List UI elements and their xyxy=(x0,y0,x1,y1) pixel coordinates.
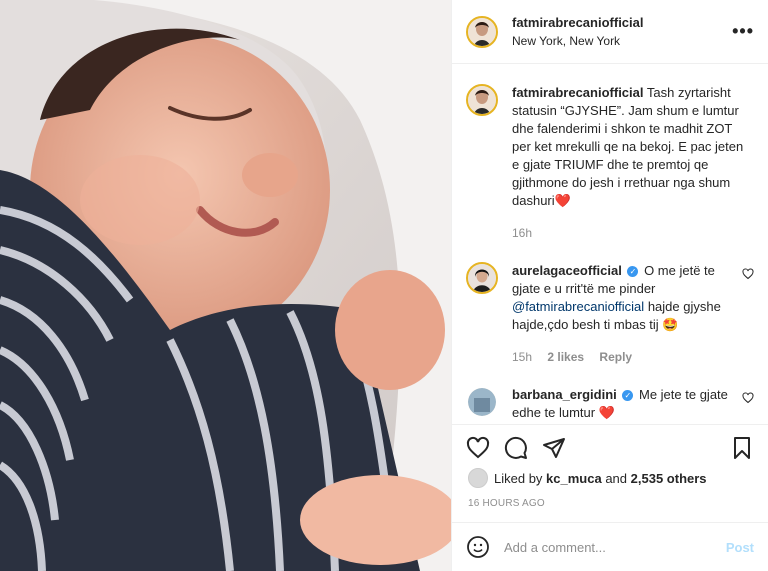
post-button[interactable]: Post xyxy=(726,540,754,555)
baby-photo-illustration xyxy=(0,0,451,571)
bookmark-icon[interactable] xyxy=(730,436,754,460)
instagram-post-view: fatmirabrecaniofficial New York, New Yor… xyxy=(0,0,768,571)
likes-others[interactable]: 2,535 others xyxy=(631,471,707,486)
post-timestamp[interactable]: 16 HOURS AGO xyxy=(468,498,545,509)
caption-body: fatmirabrecaniofficial Tash zyrtarisht s… xyxy=(512,84,754,242)
verified-badge-icon: ✓ xyxy=(627,266,639,278)
caption: fatmirabrecaniofficial Tash zyrtarisht s… xyxy=(466,64,754,242)
author-username[interactable]: fatmirabrecaniofficial xyxy=(512,14,732,32)
author-avatar[interactable] xyxy=(466,15,498,48)
post-photo[interactable] xyxy=(0,0,451,571)
comment-item: aurelagaceofficial ✓ O me jetë te gjate … xyxy=(466,242,754,366)
comment-meta: 15h 2 likes Reply xyxy=(512,348,736,366)
caption-avatar[interactable] xyxy=(466,84,498,116)
add-comment-bar: Post xyxy=(452,522,768,571)
comment-username[interactable]: aurelagaceofficial xyxy=(512,263,622,278)
comment-body: aurelagaceofficial ✓ O me jetë te gjate … xyxy=(512,262,736,366)
emoji-icon[interactable] xyxy=(466,535,490,559)
comment-input[interactable] xyxy=(502,538,726,556)
liker-avatar[interactable] xyxy=(468,468,488,488)
comment-time[interactable]: 15h xyxy=(512,350,532,364)
heart-icon[interactable] xyxy=(466,436,490,460)
action-bar xyxy=(452,424,768,470)
caption-text: Tash zyrtarisht statusin “GJYSHE”. Jam s… xyxy=(512,85,744,208)
more-icon[interactable]: ••• xyxy=(732,21,754,42)
reply-button[interactable]: Reply xyxy=(599,350,632,364)
comment-avatar[interactable] xyxy=(466,262,498,294)
comment-icon[interactable] xyxy=(504,436,528,460)
comment-item: barbana_ergidini ✓ Me jete te gjate edhe… xyxy=(466,366,754,422)
caption-time[interactable]: 16h xyxy=(512,226,532,240)
share-icon[interactable] xyxy=(542,436,566,460)
caption-username[interactable]: fatmirabrecaniofficial xyxy=(512,85,644,100)
comments-list[interactable]: fatmirabrecaniofficial Tash zyrtarisht s… xyxy=(452,64,768,424)
post-side-panel: fatmirabrecaniofficial New York, New Yor… xyxy=(451,0,768,571)
caption-meta: 16h xyxy=(512,224,754,242)
comment-avatar[interactable] xyxy=(466,386,498,418)
comment-mention[interactable]: @fatmirabrecaniofficial xyxy=(512,299,644,314)
comment-like-heart-icon[interactable] xyxy=(742,268,754,280)
comment-likes[interactable]: 2 likes xyxy=(547,350,584,364)
comment-username[interactable]: barbana_ergidini xyxy=(512,387,617,402)
post-header: fatmirabrecaniofficial New York, New Yor… xyxy=(452,0,768,64)
likes-user[interactable]: kc_muca xyxy=(546,471,602,486)
verified-badge-icon: ✓ xyxy=(622,390,634,402)
likes-and: and xyxy=(605,470,628,486)
comment-body: barbana_ergidini ✓ Me jete te gjate edhe… xyxy=(512,386,736,422)
likes-prefix: Liked by xyxy=(494,470,543,486)
likes-summary: Liked by kc_muca and 2,535 others xyxy=(468,468,754,488)
post-location[interactable]: New York, New York xyxy=(512,32,732,50)
comment-like-heart-icon[interactable] xyxy=(742,392,754,404)
